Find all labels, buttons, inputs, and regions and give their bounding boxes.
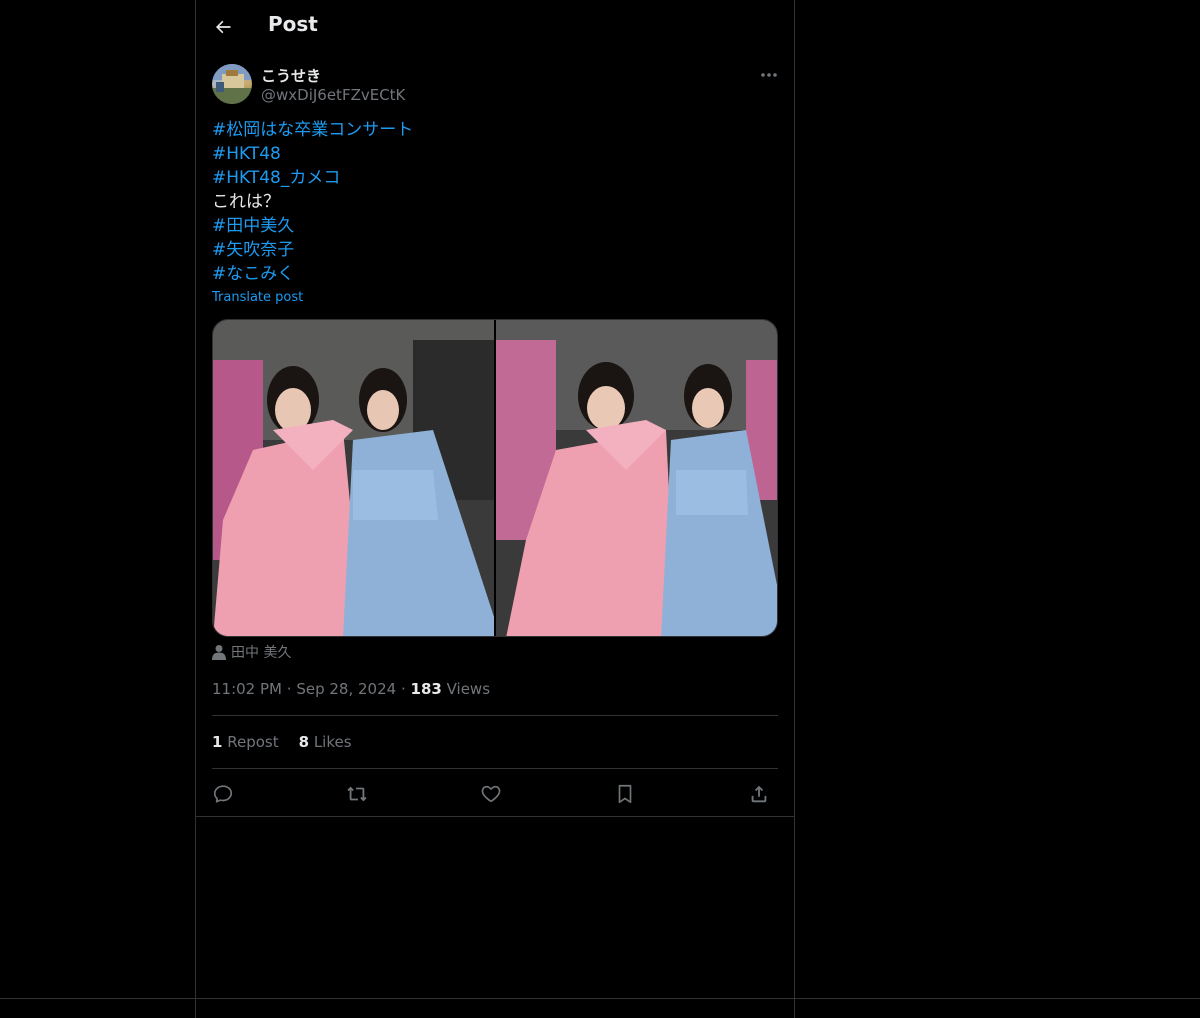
avatar[interactable] — [212, 64, 252, 104]
page-title: Post — [268, 12, 318, 36]
likes-count: 8 — [298, 733, 310, 751]
post-metadata: 11:02 PM · Sep 28, 2024 · 183 Views — [212, 680, 490, 698]
like-button[interactable] — [476, 780, 506, 808]
arrow-left-icon — [216, 20, 231, 34]
hashtag-link[interactable]: #HKT48_カメコ — [212, 166, 778, 190]
share-button[interactable] — [744, 780, 774, 808]
post-divider — [196, 816, 794, 817]
reposts-label: Repost — [227, 733, 279, 751]
top-bar: Post — [196, 0, 794, 53]
bookmark-button[interactable] — [610, 780, 640, 808]
back-button[interactable] — [206, 10, 240, 44]
post-photo-1[interactable] — [213, 320, 494, 636]
post-photo-2[interactable] — [496, 320, 777, 636]
translate-post-link[interactable]: Translate post — [212, 290, 303, 305]
bookmark-icon — [618, 784, 632, 804]
heart-icon — [481, 785, 501, 803]
reply-icon — [213, 785, 233, 803]
repost-button[interactable] — [342, 780, 372, 808]
likes-stat[interactable]: 8 Likes — [299, 733, 352, 751]
more-horizontal-icon — [761, 73, 777, 77]
author-handle[interactable]: @wxDiJ6etFZvECtK — [261, 86, 405, 104]
share-icon — [751, 785, 767, 803]
post-date[interactable]: Sep 28, 2024 — [296, 680, 396, 698]
views-count: 183 — [410, 680, 442, 698]
post-text-line: これは？ — [212, 192, 280, 212]
reposts-stat[interactable]: 1 Repost — [212, 733, 279, 751]
likes-label: Likes — [313, 733, 352, 751]
more-button[interactable] — [754, 62, 784, 88]
hashtag-link[interactable]: #HKT48 — [212, 142, 778, 166]
reply-button[interactable] — [208, 780, 238, 808]
post-time[interactable]: 11:02 PM — [212, 680, 282, 698]
tagged-person[interactable]: 田中 美久 — [212, 642, 291, 662]
meta-separator: · — [400, 680, 406, 698]
author-display-name[interactable]: こうせき — [261, 65, 321, 86]
hashtag-link[interactable]: #松岡はな卒業コンサート — [212, 118, 778, 142]
hashtag-link[interactable]: #田中美久 — [212, 214, 778, 238]
tagged-person-name: 田中 美久 — [231, 645, 292, 661]
bottom-divider — [0, 998, 1200, 999]
post-text: #松岡はな卒業コンサート #HKT48 #HKT48_カメコ これは？ #田中美… — [212, 118, 778, 286]
action-bar — [212, 780, 778, 808]
views-label: Views — [446, 680, 491, 698]
post-detail-column: Post こうせき @wxDiJ6etFZvECtK #松岡はな卒業コンサート … — [195, 0, 795, 1018]
meta-separator: · — [286, 680, 292, 698]
hashtag-link[interactable]: #矢吹奈子 — [212, 238, 778, 262]
person-icon — [212, 645, 226, 660]
reposts-count: 1 — [212, 733, 223, 751]
post-media — [212, 319, 778, 637]
divider — [212, 768, 778, 769]
divider — [212, 715, 778, 716]
repost-icon — [347, 786, 367, 802]
hashtag-link[interactable]: #なこみく — [212, 262, 778, 286]
engagement-stats: 1 Repost 8 Likes — [212, 733, 352, 751]
